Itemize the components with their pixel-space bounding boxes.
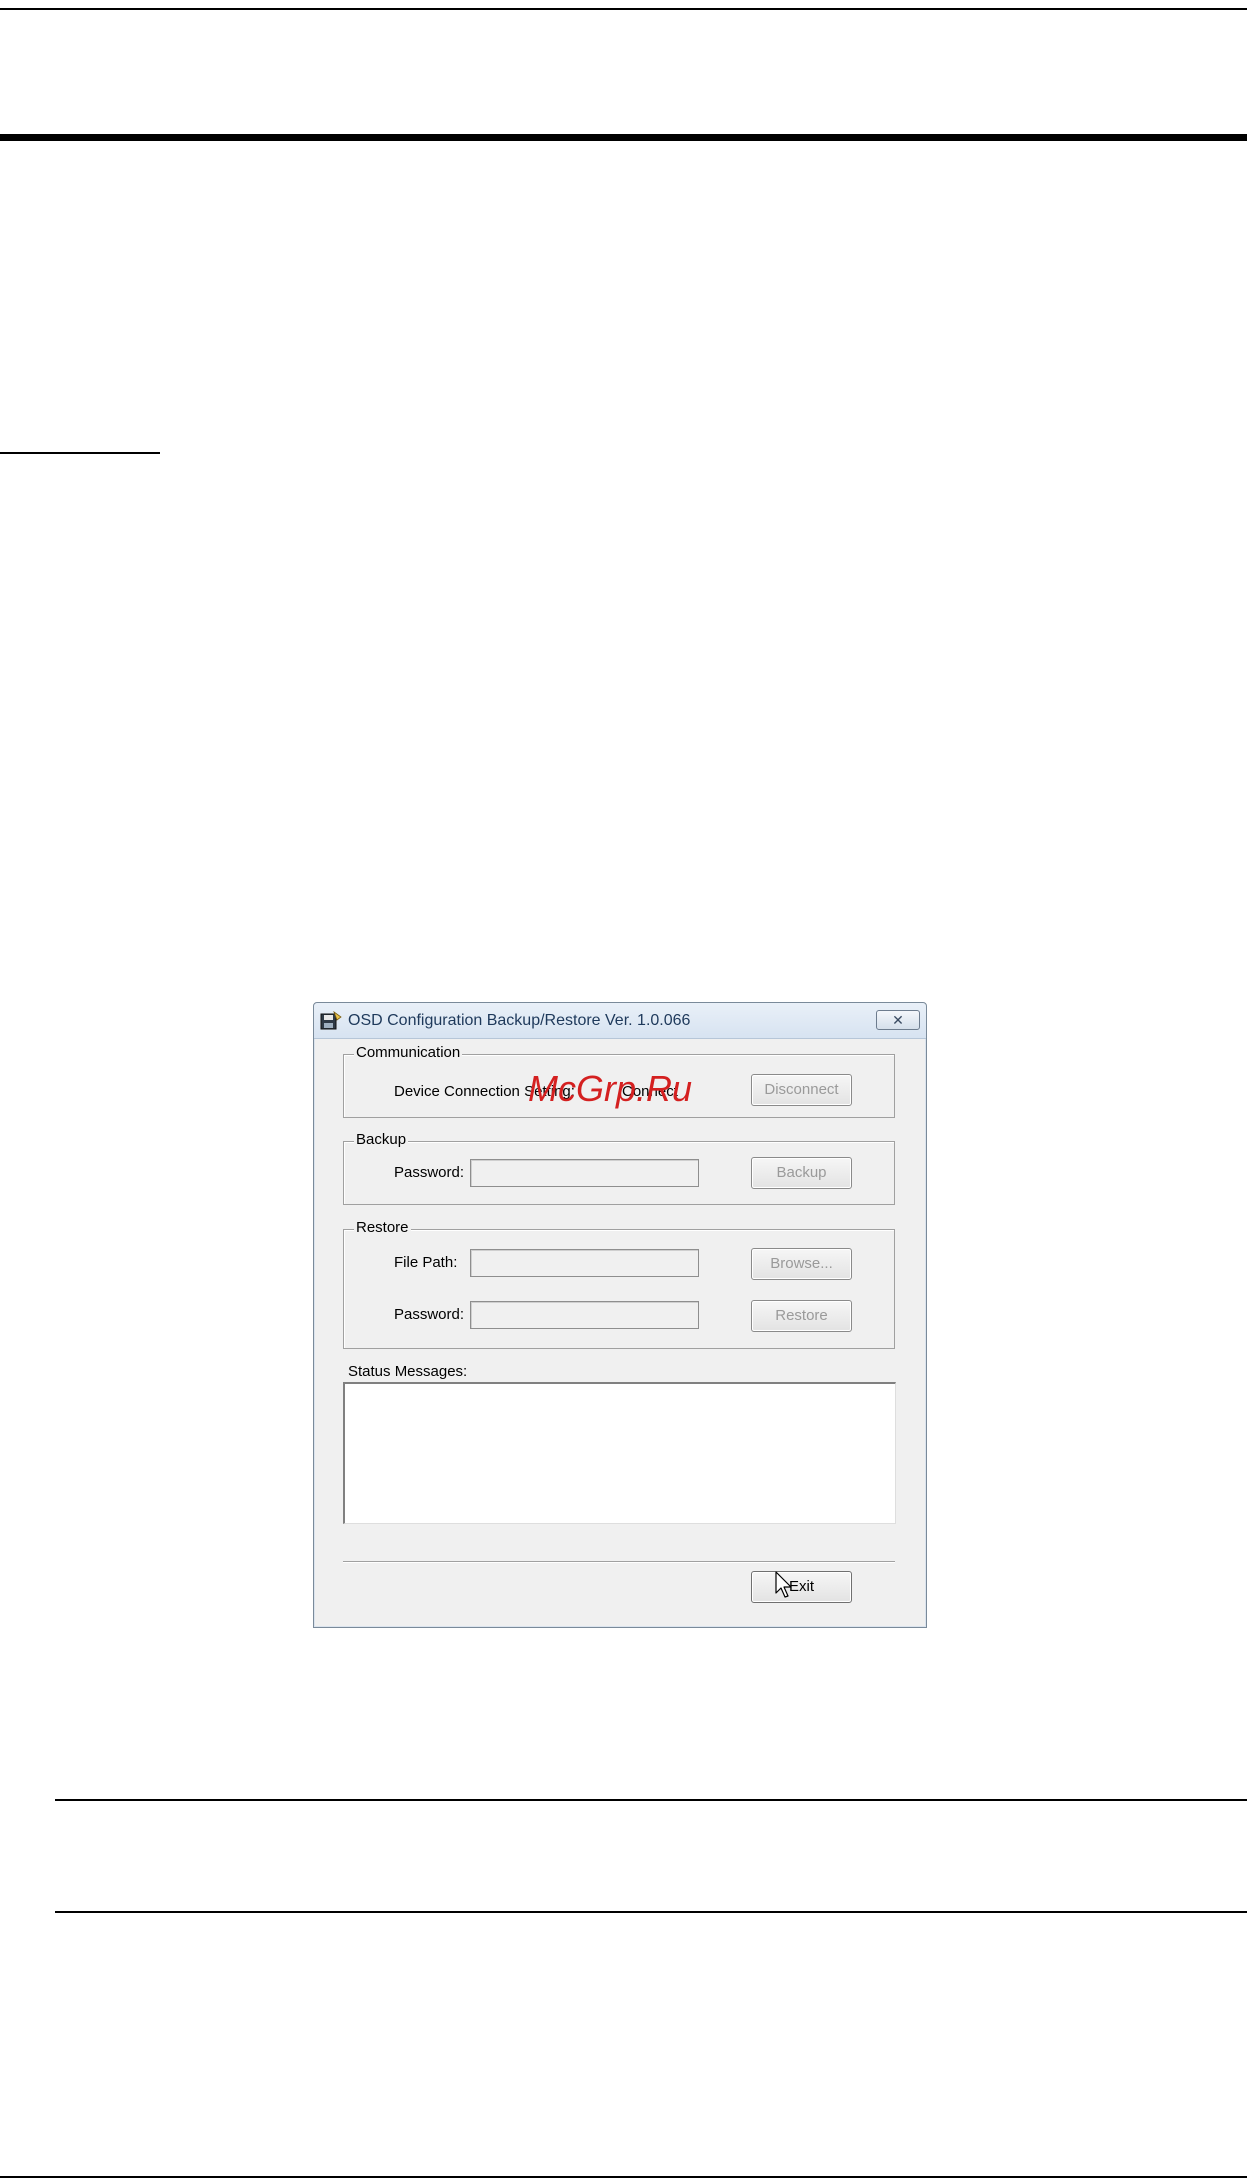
backup-button[interactable]: Backup xyxy=(751,1157,852,1189)
restore-legend: Restore xyxy=(354,1219,411,1236)
file-path-label: File Path: xyxy=(394,1254,458,1271)
backup-password-label: Password: xyxy=(394,1164,465,1181)
window-title: OSD Configuration Backup/Restore Ver. 1.… xyxy=(348,1012,691,1029)
note-rule-bottom xyxy=(55,1911,1247,1913)
browse-button[interactable]: Browse... xyxy=(751,1248,852,1280)
backup-legend: Backup xyxy=(354,1131,409,1148)
backup-password-field[interactable] xyxy=(470,1159,699,1187)
watermark-text: McGrp.Ru xyxy=(528,1068,693,1109)
status-messages-box[interactable] xyxy=(343,1382,896,1524)
restore-password-label: Password: xyxy=(394,1306,465,1323)
floppy-disk-icon xyxy=(320,1011,342,1030)
communication-legend: Communication xyxy=(354,1044,463,1061)
dialog-separator xyxy=(343,1561,895,1563)
close-button[interactable]: ✕ xyxy=(876,1010,920,1030)
header-thick-rule xyxy=(0,134,1247,141)
restore-button[interactable]: Restore xyxy=(751,1300,852,1332)
note-rule-top xyxy=(55,1799,1247,1801)
top-rule xyxy=(0,8,1247,10)
mouse-pointer-icon xyxy=(775,1571,792,1598)
exit-button[interactable]: Exit xyxy=(751,1571,852,1603)
file-path-field[interactable] xyxy=(470,1249,699,1277)
restore-password-field[interactable] xyxy=(470,1301,699,1329)
status-messages-label: Status Messages: xyxy=(348,1363,468,1380)
section-underline xyxy=(0,452,160,454)
disconnect-button[interactable]: Disconnect xyxy=(751,1074,852,1106)
footer-rule xyxy=(0,2176,1247,2178)
close-icon: ✕ xyxy=(892,1012,904,1028)
title-bar[interactable]: OSD Configuration Backup/Restore Ver. 1.… xyxy=(314,1003,926,1039)
